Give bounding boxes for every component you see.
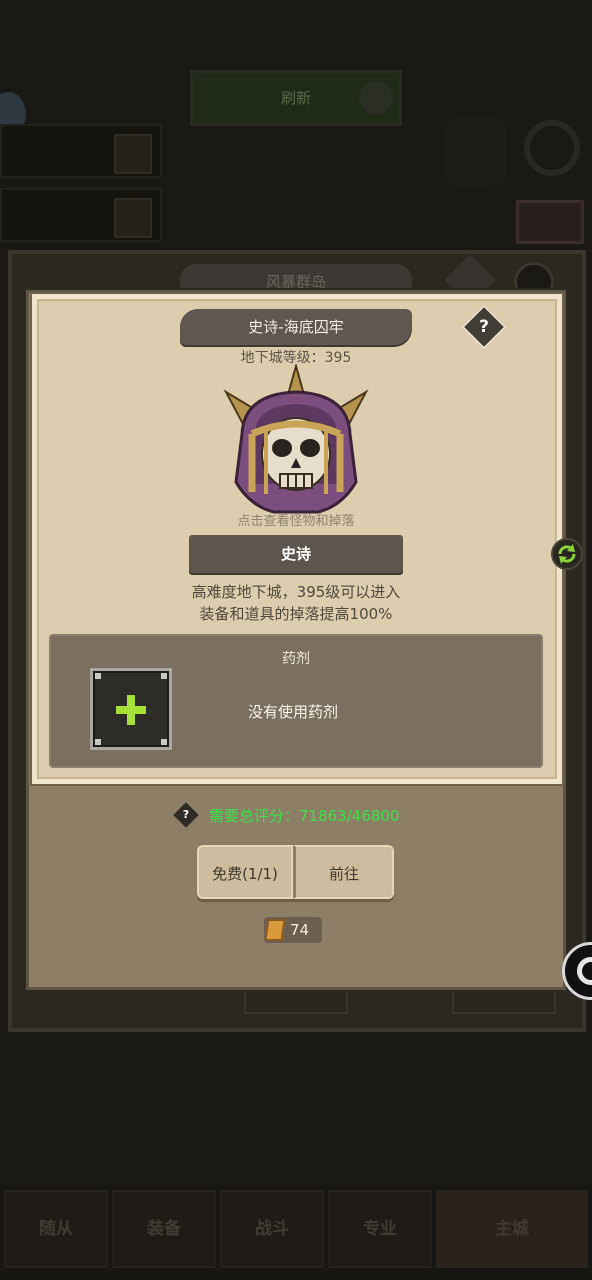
dungeon-title: 史诗-海底囚牢 xyxy=(180,309,412,345)
top-bar-button: 刷新 xyxy=(190,70,402,126)
plus-icon xyxy=(116,706,146,714)
bottom-nav: 随从 装备 战斗 专业 主城 xyxy=(0,1184,592,1280)
free-entry-button[interactable]: 免费(1/1) xyxy=(197,845,293,899)
rivet xyxy=(161,673,167,679)
help-icon: ? xyxy=(182,808,190,821)
nav-item-main-city: 主城 xyxy=(436,1190,588,1268)
chest-icon xyxy=(516,200,584,244)
description-line-1: 高难度地下城，395级可以进入 xyxy=(191,583,401,601)
go-button[interactable]: 前往 xyxy=(293,845,394,899)
top-bar-label: 刷新 xyxy=(280,89,311,107)
rivet xyxy=(95,673,101,679)
nav-item-followers: 随从 xyxy=(4,1190,108,1268)
help-icon: ? xyxy=(479,317,489,337)
nav-item-equipment: 装备 xyxy=(112,1190,216,1268)
description-line-2: 装备和道具的掉落提高100% xyxy=(199,605,393,623)
skull-helmet-icon[interactable] xyxy=(222,364,370,520)
score-text: 需要总评分：71863/46800 xyxy=(209,807,400,825)
entry-cost: 74 xyxy=(264,917,322,943)
add-potion-button[interactable] xyxy=(90,668,172,750)
refresh-icon xyxy=(359,81,393,115)
score-help-button[interactable]: ? xyxy=(173,802,199,828)
rivet xyxy=(161,739,167,745)
view-monsters-hint[interactable]: 点击查看怪物和掉落 xyxy=(0,510,592,529)
no-potion-text: 没有使用药剂 xyxy=(248,703,339,721)
left-tag-1 xyxy=(0,124,162,178)
switch-difficulty-button[interactable] xyxy=(551,538,583,570)
difficulty-selector[interactable]: 史诗 xyxy=(189,535,583,573)
cost-amount: 74 xyxy=(290,921,310,939)
scroll-icon xyxy=(264,919,286,941)
nav-item-profession: 专业 xyxy=(328,1190,432,1268)
nav-item-battle: 战斗 xyxy=(220,1190,324,1268)
left-tag-2 xyxy=(0,188,162,242)
rivet xyxy=(95,739,101,745)
gear-icon xyxy=(524,120,580,176)
left-tag-icon xyxy=(114,198,152,238)
robot-icon xyxy=(444,118,506,186)
action-buttons: 免费(1/1) 前往 xyxy=(197,845,394,899)
swap-arrows-icon xyxy=(558,544,576,564)
difficulty-label: 史诗 xyxy=(280,545,311,563)
left-tag-icon xyxy=(114,134,152,174)
potion-title: 药剂 xyxy=(282,651,310,667)
